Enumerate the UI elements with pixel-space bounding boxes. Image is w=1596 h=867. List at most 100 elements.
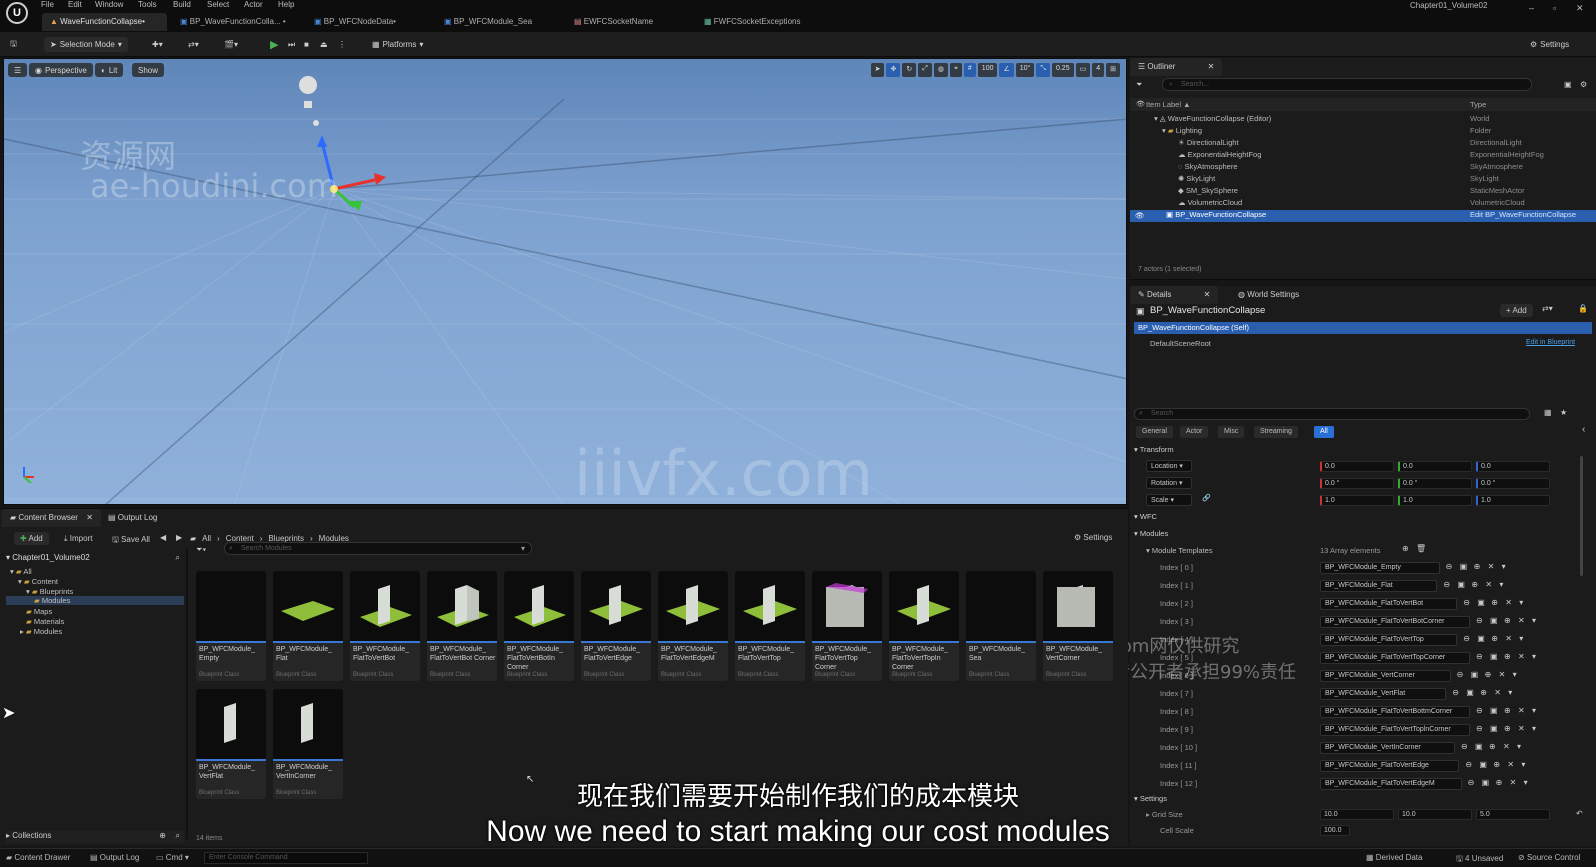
camera-speed-icon[interactable]: ▭ [1075,63,1091,77]
close-icon[interactable]: ✕ [1576,3,1584,14]
module-class-select[interactable]: BP_WFCModule_VertCorner [1320,670,1451,682]
asset-tile[interactable]: BP_WFCModule_ Empty Blueprint Class [196,571,266,681]
module-templates-label[interactable]: ▾ Module Templates [1146,546,1213,555]
viewport-menu-icon[interactable]: ☰ [8,63,28,77]
unreal-logo-icon[interactable]: U [6,2,28,24]
section-wfc[interactable]: ▾ WFC [1134,512,1157,521]
add-icon[interactable]: ⊕ [1504,706,1511,715]
rotation-snap-icon[interactable]: ∠ [999,63,1014,77]
tab-outliner[interactable]: ☰ Outliner ✕ [1130,58,1223,76]
scale-y-input[interactable]: 1.0 [1398,495,1472,506]
chevron-down-icon[interactable]: ▾ [1519,598,1523,607]
scale-snap-icon[interactable]: ⤡ [1036,63,1050,77]
console-command-input[interactable]: Enter Console Command [204,852,368,864]
add-icon[interactable]: ⊕ [1504,724,1511,733]
asset-tile[interactable]: BP_WFCModule_ FlatToVertEdgeM Blueprint C… [658,571,728,681]
browse-icon[interactable]: ▣ [1477,598,1485,607]
scale-tool-icon[interactable]: ⤢ [918,63,932,77]
arrow-left-icon[interactable]: ⊖ [1446,562,1453,571]
asset-tile[interactable]: BP_WFCModule_ FlatToVertBot Corner Bluepr… [427,571,497,681]
grid-snap-value[interactable]: 100 [977,63,998,77]
close-icon[interactable]: ✕ [86,513,93,522]
breadcrumb-all[interactable]: All [202,534,211,543]
browse-icon[interactable]: ▣ [1457,580,1465,589]
gear-icon[interactable]: ⚙ [1580,80,1587,89]
tree-item-content[interactable]: ▾ ▰ Content [18,577,58,586]
browse-icon[interactable]: ▣ [1466,688,1474,697]
tab-details[interactable]: ✎ Details ✕ [1130,286,1219,304]
minimize-icon[interactable]: – [1529,3,1534,13]
cmd-select[interactable]: ▭ Cmd ▾ [156,853,189,862]
column-type[interactable]: Type [1470,100,1486,109]
browse-icon[interactable]: ▣ [1479,760,1487,769]
camera-speed-value[interactable]: 4 [1092,63,1105,77]
source-tree-header[interactable]: ▾ Chapter01_Volume02 ⌕ [6,553,184,565]
clear-icon[interactable]: ✕ [1518,616,1525,625]
tab-content-browser[interactable]: ▰ Content Browser ✕ [2,509,101,527]
tree-item-maps[interactable]: ▰ Maps [26,607,52,616]
filter-all[interactable]: All [1314,426,1334,438]
asset-tile[interactable]: BP_WFCModule_ FlatToVertBotIn Corner Blue… [504,571,574,681]
clear-icon[interactable]: ✕ [1505,598,1512,607]
surface-snap-icon[interactable]: ⌖ [949,63,962,77]
filter-general[interactable]: General [1136,426,1173,438]
import-button[interactable]: ⤓ Import [60,532,96,546]
chevron-down-icon[interactable]: ▾ [1519,634,1523,643]
clear-icon[interactable]: ✕ [1518,724,1525,733]
clear-icon[interactable]: ✕ [1505,634,1512,643]
section-transform[interactable]: ▾ Transform [1134,445,1174,454]
menu-actor[interactable]: Actor [244,0,263,9]
tab-socketexceptions[interactable]: ▦ FWFCSocketExceptions [696,13,836,31]
browse-icon[interactable]: ▣ [1490,724,1498,733]
chevron-down-icon[interactable]: ▾ [1499,580,1503,589]
show-button[interactable]: Show [132,63,165,77]
browse-icon[interactable]: ▣ [1477,634,1485,643]
add-button[interactable]: ✚ Add [14,532,49,545]
play-icon[interactable]: ▶ [270,37,278,52]
perspective-button[interactable]: ◉ Perspective [29,63,93,77]
add-icon[interactable]: ⊕ [1504,652,1511,661]
tab-output-log[interactable]: ▤ Output Log [100,509,165,527]
add-icon[interactable]: ⊕ [1471,580,1478,589]
asset-tile[interactable]: BP_WFCModule_ FlatToVertTop Corner Bluepr… [812,571,882,681]
asset-tile[interactable]: BP_WFCModule_ Sea Blueprint Class [966,571,1036,681]
asset-tile[interactable]: BP_WFCModule_ FlatToVertBot Blueprint Cla… [350,571,420,681]
location-x-input[interactable]: 0.0 [1320,461,1394,472]
back-icon[interactable]: ◀ [160,533,166,542]
add-icon[interactable]: ⊕ [1485,670,1492,679]
level-viewport[interactable]: ☰ ◉ Perspective ◐ Lit Show ➤ ✥ ↻ ⤢ ◍ ⌖ # 1… [3,58,1127,505]
tab-level[interactable]: ▲ WaveFunctionCollapse• [42,13,167,31]
forward-icon[interactable]: ▶ [176,533,182,542]
outliner-row[interactable]: ☁ ExponentialHeightFog ExponentialHeightF… [1130,150,1596,162]
browse-icon[interactable]: ▣ [1490,706,1498,715]
close-icon[interactable]: ✕ [1204,290,1211,299]
menu-edit[interactable]: Edit [68,0,82,9]
browse-icon[interactable]: ▣ [1460,562,1468,571]
edit-in-blueprint-link[interactable]: Edit in Blueprint [1526,339,1575,346]
move-tool-icon[interactable]: ✥ [886,63,901,77]
lit-button[interactable]: ◐ Lit [95,63,124,77]
module-class-select[interactable]: BP_WFCModule_FlatToVertToplnCorner [1320,724,1470,736]
lock-icon[interactable]: 🔒 [1578,304,1588,313]
menu-build[interactable]: Build [173,0,191,9]
arrow-left-icon[interactable]: ⊖ [1457,670,1464,679]
tree-item-modules[interactable]: ▸ ▰ Modules [20,627,62,636]
menu-help[interactable]: Help [278,0,294,9]
clear-icon[interactable]: ✕ [1499,670,1506,679]
tree-item-all[interactable]: ▾ ▰ All [10,567,32,576]
filter-icon[interactable]: ⏷▾ [196,545,206,555]
browse-icon[interactable]: ▣ [1475,742,1483,751]
clear-icon[interactable]: ✕ [1507,760,1514,769]
chevron-down-icon[interactable]: ▾ [1517,742,1521,751]
module-class-select[interactable]: BP_WFCModule_Flat [1320,580,1438,592]
add-element-icon[interactable]: ⊕ [1402,544,1409,553]
add-icon[interactable]: ⊕ [1489,742,1496,751]
tree-item-blueprints[interactable]: ▾ ▰ Blueprints [26,587,73,596]
asset-tile[interactable]: BP_WFCModule_ FlatToVertEdge Blueprint Cl… [581,571,651,681]
add-component-button[interactable]: + Add [1500,304,1533,317]
chevron-down-icon[interactable]: ▾ [1513,670,1517,679]
output-log-button[interactable]: ▤ Output Log [90,853,139,862]
add-icon[interactable]: ⊕ [1491,598,1498,607]
clear-icon[interactable]: ✕ [1518,706,1525,715]
search-icon[interactable]: ⌕ [176,553,180,563]
